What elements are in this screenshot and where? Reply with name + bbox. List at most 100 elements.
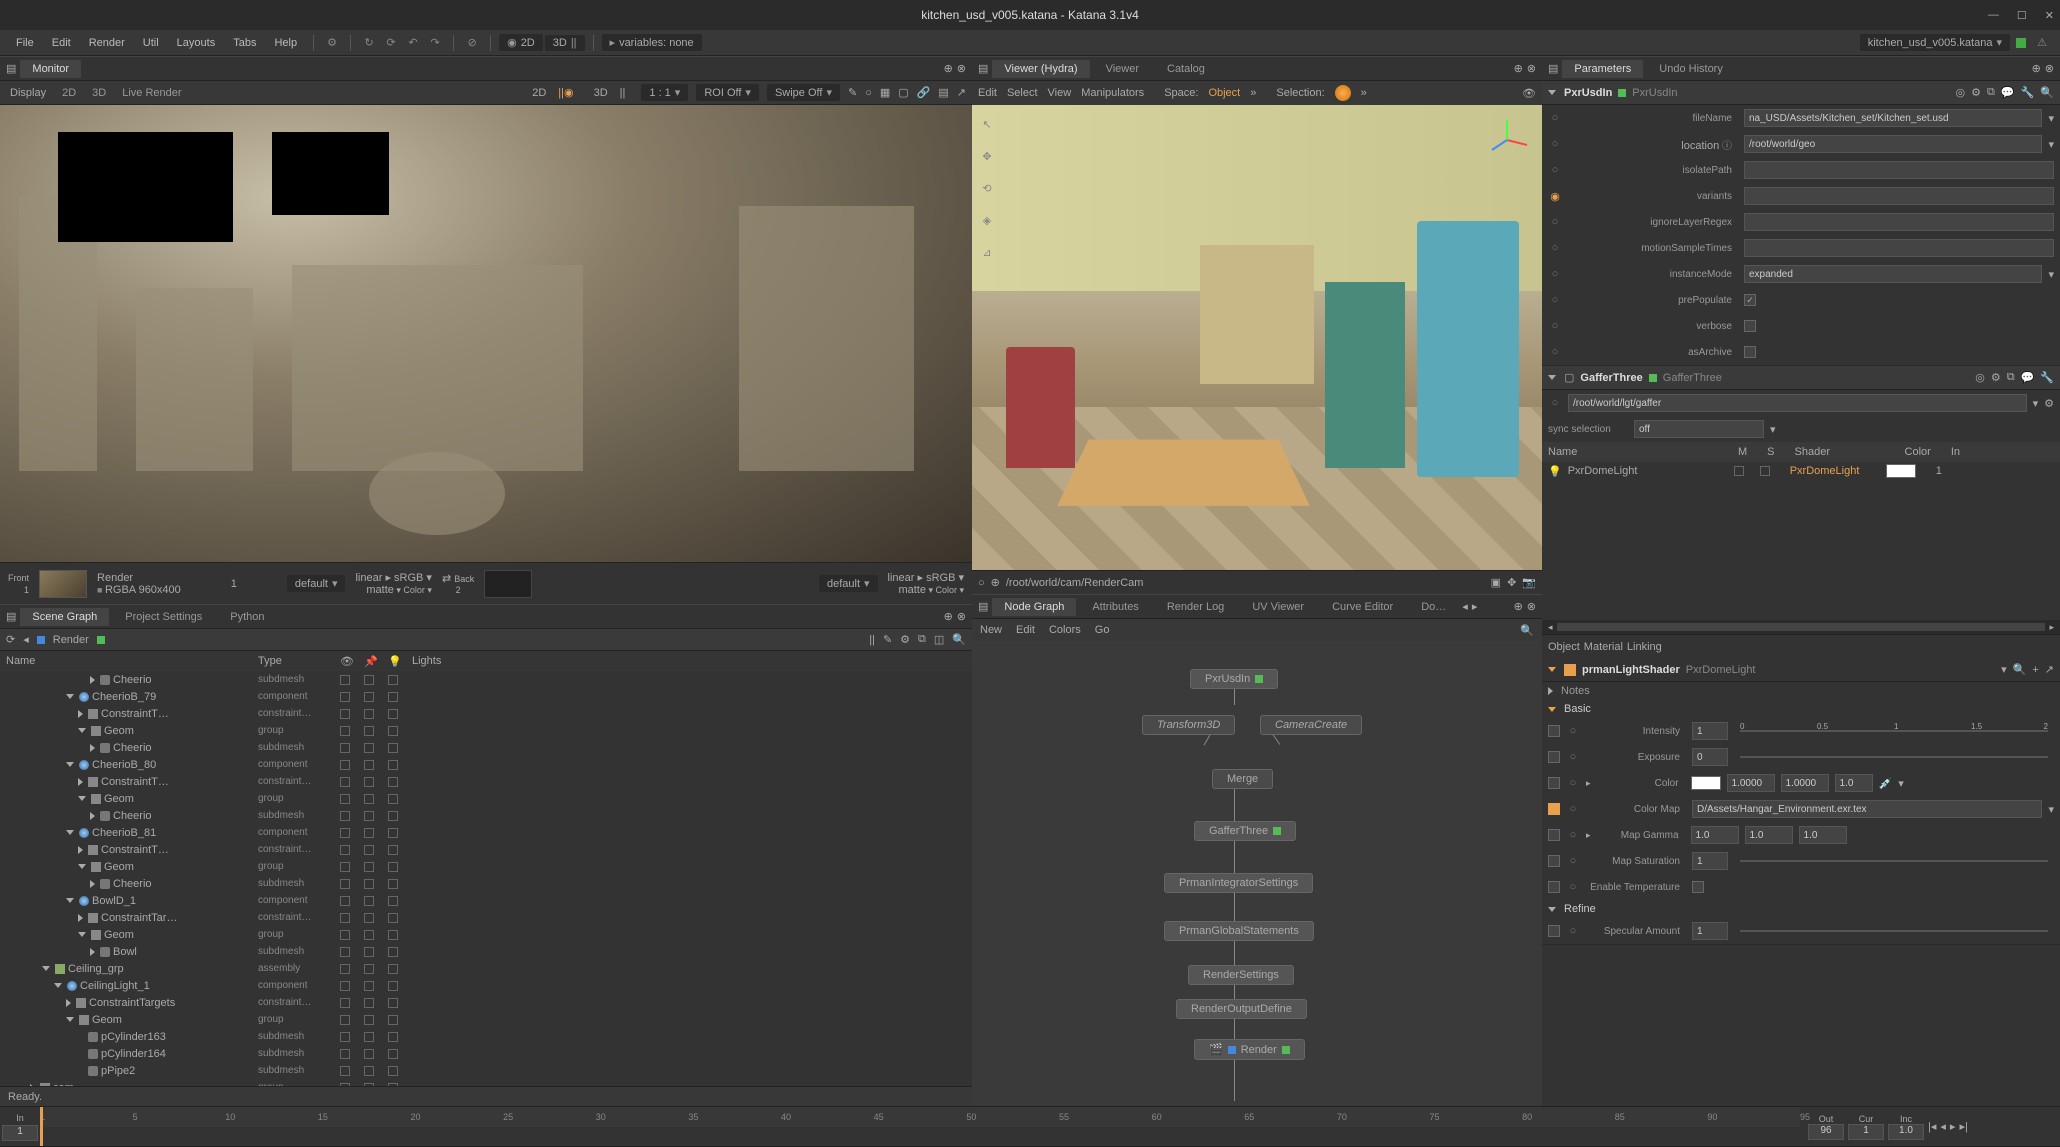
col-light-icon[interactable]: 💡: [388, 655, 412, 668]
light-scrollbar[interactable]: [1557, 623, 2046, 631]
sg-checkbox[interactable]: [340, 964, 350, 974]
node-cameracreate[interactable]: CameraCreate: [1260, 715, 1362, 735]
scenegraph-tree[interactable]: CheeriosubdmeshCheerioB_79componentConst…: [0, 671, 972, 1086]
renderlog-tab[interactable]: Render Log: [1155, 598, 1237, 616]
node-outputdefine[interactable]: RenderOutputDefine: [1176, 999, 1307, 1019]
sg-pause-icon[interactable]: ||: [869, 634, 875, 646]
export-icon[interactable]: ↗: [957, 86, 966, 99]
sg-checkbox[interactable]: [364, 1032, 374, 1042]
dropdown-icon[interactable]: ▾: [2033, 397, 2039, 410]
shader-search-icon[interactable]: 🔍: [2013, 663, 2027, 676]
chevron-right-icon[interactable]: »: [1250, 87, 1256, 99]
mapgamma-g-input[interactable]: 1.0: [1745, 826, 1793, 844]
menu-tabs[interactable]: Tabs: [225, 33, 264, 53]
sg-checkbox[interactable]: [340, 794, 350, 804]
catalog-tab[interactable]: Catalog: [1155, 60, 1217, 78]
parameters-tab[interactable]: Parameters: [1562, 60, 1643, 78]
undo-icon[interactable]: ↶: [403, 33, 423, 53]
sg-checkbox[interactable]: [340, 692, 350, 702]
scenegraph-row[interactable]: camgroup: [0, 1079, 972, 1086]
camera-path[interactable]: /root/world/cam/RenderCam: [1006, 577, 1485, 589]
pause-2d-icon[interactable]: ||◉: [558, 86, 573, 99]
scale-tool-icon[interactable]: ◈: [976, 209, 998, 231]
overlay-icon[interactable]: ▢: [898, 86, 908, 99]
color-r-input[interactable]: 1.0000: [1727, 774, 1775, 792]
sg-checkbox[interactable]: [364, 862, 374, 872]
node-target-icon[interactable]: ◎: [1975, 371, 1985, 384]
isolatepath-input[interactable]: [1744, 161, 2054, 179]
dropdown-icon[interactable]: ▾: [2048, 138, 2054, 151]
camera-icon[interactable]: 📷: [1522, 576, 1536, 589]
mapgamma-b-input[interactable]: 1.0: [1799, 826, 1847, 844]
circle-icon[interactable]: ○: [865, 87, 872, 99]
sg-checkbox[interactable]: [364, 998, 374, 1008]
eyedropper-icon[interactable]: ✎: [848, 86, 857, 99]
node-gafferthree[interactable]: GafferThree: [1194, 821, 1296, 841]
minimize-icon[interactable]: —: [1988, 9, 1999, 22]
sg-checkbox[interactable]: [340, 862, 350, 872]
subtab-linking[interactable]: Linking: [1627, 641, 1662, 653]
refresh-icon[interactable]: ↻: [359, 33, 379, 53]
viewer-viewport[interactable]: ↖ ✥ ⟲ ◈ ⊿: [972, 105, 1542, 570]
sg-search-icon[interactable]: 🔍: [952, 633, 966, 646]
enabletemp-checkbox[interactable]: [1692, 881, 1704, 893]
lightcol-in[interactable]: In: [1951, 446, 1960, 458]
motionsample-input[interactable]: [1744, 239, 2054, 257]
sg-checkbox[interactable]: [340, 1032, 350, 1042]
panel-menu-icon[interactable]: ▤: [6, 610, 16, 623]
colormap-input[interactable]: D/Assets/Hangar_Environment.exr.tex: [1692, 800, 2042, 818]
panel-menu-icon[interactable]: ▤: [1548, 62, 1558, 75]
panel-add-icon[interactable]: ⊕: [2032, 62, 2041, 75]
dropdown-icon[interactable]: ▾: [2048, 268, 2054, 281]
ng-edit-menu[interactable]: Edit: [1016, 624, 1035, 636]
sg-checkbox[interactable]: [388, 743, 398, 753]
display-3d-button[interactable]: 3D: [88, 85, 110, 101]
in-frame-input[interactable]: 1: [2, 1125, 38, 1141]
viewer-select-menu[interactable]: Select: [1007, 87, 1038, 99]
sg-checkbox[interactable]: [340, 879, 350, 889]
sg-checkbox[interactable]: [364, 709, 374, 719]
pxrusdin-section-header[interactable]: PxrUsdIn PxrUsdIn ◎ ⚙ ⧉ 💬 🔧 🔍: [1542, 81, 2060, 105]
menu-layouts[interactable]: Layouts: [169, 33, 224, 53]
sg-pencil-icon[interactable]: ✎: [883, 633, 892, 646]
subtab-object[interactable]: Object: [1548, 641, 1580, 653]
intensity-input[interactable]: 1: [1692, 722, 1728, 740]
sg-copy-icon[interactable]: ⧉: [918, 633, 926, 646]
next-key-icon[interactable]: ▸|: [1959, 1120, 1967, 1133]
sg-checkbox[interactable]: [364, 913, 374, 923]
expand-icon[interactable]: ✥: [1507, 576, 1516, 589]
node-integrator[interactable]: PrmanIntegratorSettings: [1164, 873, 1313, 893]
col-vis-icon[interactable]: 👁: [340, 655, 364, 668]
gaffer-section-header[interactable]: ▢ GafferThree GafferThree ◎ ⚙ ⧉ 💬 🔧: [1542, 366, 2060, 390]
sg-breadcrumb[interactable]: Render: [53, 634, 89, 646]
prepopulate-checkbox[interactable]: [1744, 294, 1756, 306]
ratio-dropdown[interactable]: 1 : 1 ▾: [641, 84, 688, 101]
node-wrench-icon[interactable]: 🔧: [2040, 371, 2054, 384]
mode-2d-toggle[interactable]: ◉ 2D: [499, 34, 543, 51]
scenegraph-row[interactable]: Bowlsubdmesh: [0, 943, 972, 960]
sg-checkbox[interactable]: [388, 794, 398, 804]
scenegraph-row[interactable]: Geomgroup: [0, 790, 972, 807]
monitor-tab[interactable]: Monitor: [20, 60, 81, 78]
sg-checkbox[interactable]: [340, 1015, 350, 1025]
sg-checkbox[interactable]: [364, 879, 374, 889]
scenegraph-row[interactable]: Geomgroup: [0, 722, 972, 739]
scenegraph-row[interactable]: ConstraintTargetsconstraint…: [0, 994, 972, 1011]
color-g-input[interactable]: 1.0000: [1781, 774, 1829, 792]
intensity-slider[interactable]: 00.511.52: [1740, 730, 2048, 732]
sg-checkbox[interactable]: [340, 981, 350, 991]
node-render[interactable]: 🎬 Render: [1194, 1039, 1305, 1060]
play-icon[interactable]: ▸: [1950, 1120, 1956, 1133]
sg-checkbox[interactable]: [340, 998, 350, 1008]
shader-popout-icon[interactable]: ↗: [2045, 663, 2054, 676]
layers-icon[interactable]: ▤: [938, 86, 948, 99]
node-link-icon[interactable]: ⧉: [2007, 371, 2015, 384]
sg-checkbox[interactable]: [388, 862, 398, 872]
node-rendersettings[interactable]: RenderSettings: [1188, 965, 1294, 985]
axis-gizmo[interactable]: [1482, 115, 1532, 165]
sg-checkbox[interactable]: [388, 760, 398, 770]
sg-checkbox[interactable]: [364, 760, 374, 770]
sg-checkbox[interactable]: [388, 811, 398, 821]
chevron-right-icon[interactable]: »: [1361, 87, 1367, 99]
swipe-dropdown[interactable]: Swipe Off ▾: [767, 84, 840, 101]
